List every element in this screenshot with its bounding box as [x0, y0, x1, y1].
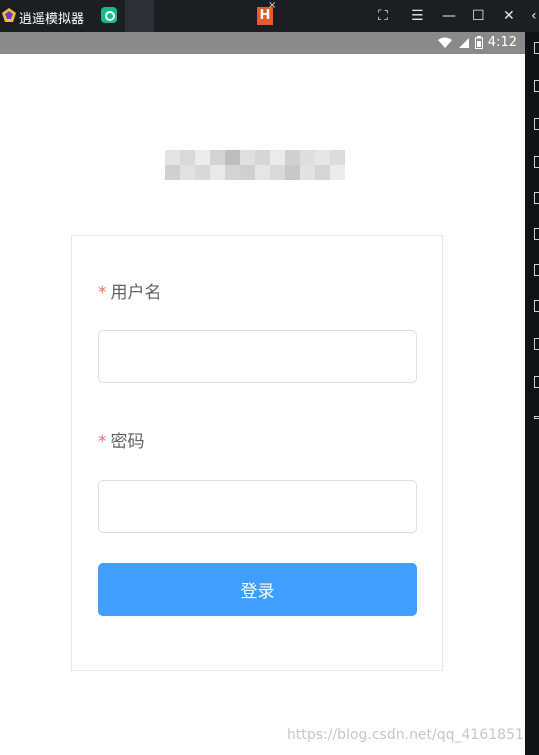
- tab-close-icon[interactable]: ×: [268, 0, 276, 11]
- app-logo-icon: [2, 8, 16, 22]
- required-mark: *: [98, 283, 107, 303]
- menu-icon[interactable]: ☰: [411, 8, 424, 24]
- side-tool-icon[interactable]: [534, 118, 539, 130]
- side-tool-icon[interactable]: [534, 376, 539, 388]
- app-title: 逍遥模拟器: [19, 12, 85, 27]
- password-label-text: 密码: [110, 432, 145, 452]
- side-tool-icon[interactable]: [534, 416, 539, 419]
- side-tool-icon[interactable]: [534, 42, 539, 54]
- login-form-card: * 用户名 * 密码 登录: [71, 235, 443, 671]
- blurred-logo: [165, 150, 345, 180]
- minimize-button[interactable]: —: [442, 8, 456, 24]
- emulator-title-bar: 逍遥模拟器 H × ⛶ ☰ — ☐ ✕ ‹: [0, 0, 539, 32]
- android-status-bar: 4:12: [0, 32, 525, 54]
- screenshot-icon[interactable]: ⛶: [378, 8, 388, 24]
- login-button[interactable]: 登录: [98, 563, 417, 616]
- wifi-icon: [437, 37, 452, 48]
- emulator-side-toolbar: [525, 32, 539, 755]
- password-input[interactable]: [98, 480, 417, 533]
- required-mark: *: [98, 432, 107, 452]
- active-tab[interactable]: H ×: [125, 0, 276, 32]
- battery-icon: [474, 36, 483, 49]
- close-button[interactable]: ✕: [503, 8, 515, 24]
- side-tool-icon[interactable]: [534, 338, 539, 350]
- side-tool-icon[interactable]: [534, 228, 539, 240]
- side-tool-icon[interactable]: [534, 80, 539, 92]
- password-label: * 密码: [98, 427, 145, 452]
- signal-icon: [458, 37, 469, 48]
- maximize-button[interactable]: ☐: [472, 8, 485, 24]
- watermark: https://blog.csdn.net/qq_41618510: [287, 727, 525, 743]
- app-viewport: * 用户名 * 密码 登录 https://blog.csdn.net/qq_416…: [0, 54, 525, 755]
- username-input[interactable]: [98, 330, 417, 383]
- side-tool-icon[interactable]: [534, 300, 539, 312]
- tab-app-icon[interactable]: [101, 7, 117, 23]
- sidebar-toggle-icon[interactable]: ‹: [531, 8, 537, 24]
- side-tool-icon[interactable]: [534, 192, 539, 204]
- username-label: * 用户名: [98, 278, 162, 303]
- status-icons: 4:12: [437, 35, 517, 50]
- username-label-text: 用户名: [110, 283, 162, 303]
- status-time: 4:12: [487, 35, 517, 50]
- side-tool-icon[interactable]: [534, 156, 539, 168]
- side-tool-icon[interactable]: [534, 264, 539, 276]
